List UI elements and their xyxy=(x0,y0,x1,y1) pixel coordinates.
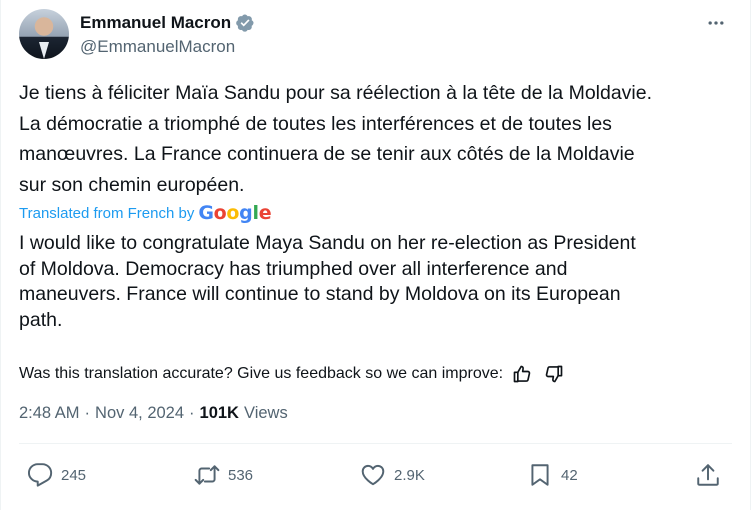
heart-icon xyxy=(361,464,385,486)
share-upload-icon xyxy=(697,464,719,486)
tweet-time[interactable]: 2:48 AM xyxy=(19,404,80,423)
views-count[interactable]: 101K xyxy=(200,404,239,423)
like-count: 2.9K xyxy=(394,466,425,484)
bookmark-button[interactable]: 42 xyxy=(527,462,578,488)
share-button[interactable] xyxy=(695,462,721,488)
author-display-name[interactable]: Emmanuel Macron xyxy=(80,12,231,34)
action-bar: 245 536 2.9K 42 xyxy=(19,462,732,496)
translation-attribution: Translated from French by Google xyxy=(19,202,272,224)
repost-button[interactable]: 536 xyxy=(194,462,253,488)
tweet-header: Emmanuel Macron @EmmanuelMacron xyxy=(19,9,732,61)
tweet-original-text: Je tiens à féliciter Maïa Sandu pour sa … xyxy=(19,82,653,196)
reply-count: 245 xyxy=(61,466,87,484)
meta-separator: · xyxy=(189,404,195,422)
google-logo: Google xyxy=(198,202,272,224)
tweet-date[interactable]: Nov 4, 2024 xyxy=(95,404,184,423)
thumbs-up-icon[interactable] xyxy=(509,361,535,387)
tweet-card: Emmanuel Macron @EmmanuelMacron Je tiens… xyxy=(0,0,751,510)
verified-badge-icon[interactable] xyxy=(235,13,255,33)
tweet-translated-text: I would like to congratulate Maya Sandu … xyxy=(19,232,636,331)
author-names: Emmanuel Macron @EmmanuelMacron xyxy=(80,12,255,58)
more-dots-icon[interactable] xyxy=(704,11,728,35)
repost-arrows-icon xyxy=(194,465,220,485)
reply-button[interactable]: 245 xyxy=(27,462,86,488)
divider xyxy=(19,443,732,444)
views-label: Views xyxy=(243,404,288,422)
meta-separator: · xyxy=(84,404,91,422)
translation-feedback: Was this translation accurate? Give us f… xyxy=(19,361,567,387)
reply-bubble-icon xyxy=(27,463,53,487)
repost-count: 536 xyxy=(228,466,254,484)
feedback-prompt: Was this translation accurate? Give us f… xyxy=(19,365,504,382)
translated-from-label[interactable]: Translated from French by xyxy=(19,205,194,222)
display-name-row: Emmanuel Macron xyxy=(80,12,255,34)
author-handle[interactable]: @EmmanuelMacron xyxy=(80,36,255,58)
author-avatar[interactable] xyxy=(19,9,69,59)
like-button[interactable]: 2.9K xyxy=(360,462,425,488)
tweet-meta: 2:48 AM · Nov 4, 2024 · 101K Views xyxy=(19,404,288,423)
thumbs-down-icon[interactable] xyxy=(541,361,567,387)
bookmark-icon xyxy=(531,464,549,486)
bookmark-count: 42 xyxy=(561,466,578,484)
